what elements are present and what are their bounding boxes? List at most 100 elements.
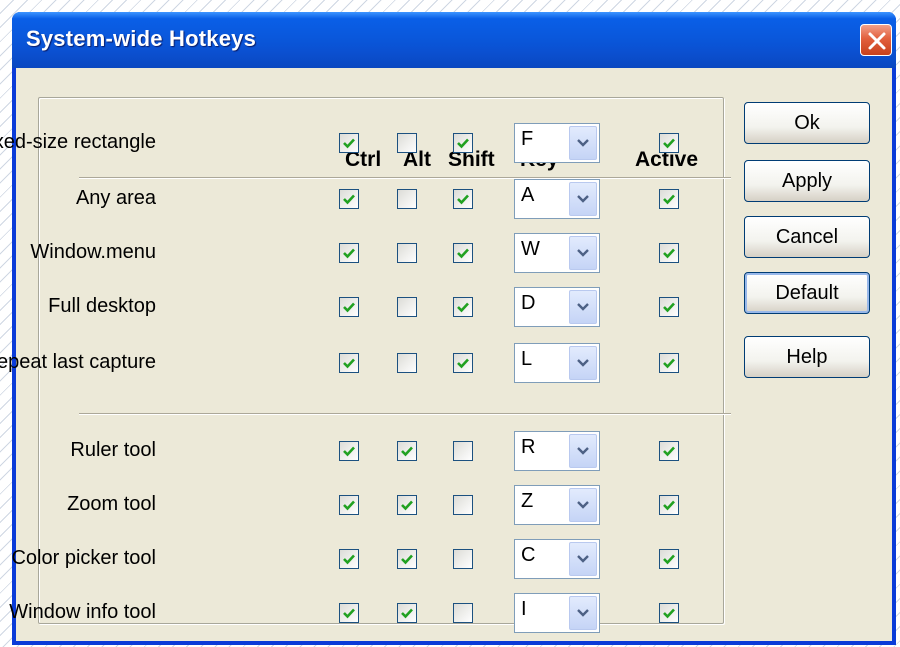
ctrl-checkbox[interactable] (339, 243, 359, 263)
checkmark-icon (401, 554, 413, 565)
apply-button[interactable]: Apply (744, 160, 870, 202)
key-dropdown[interactable]: F (514, 123, 600, 163)
key-dropdown-value: I (521, 598, 527, 620)
checkmark-icon (343, 358, 355, 369)
active-checkbox[interactable] (659, 495, 679, 515)
row-label: Window.menu (30, 241, 156, 263)
alt-checkbox[interactable] (397, 353, 417, 373)
alt-checkbox[interactable] (397, 441, 417, 461)
shift-checkbox[interactable] (453, 441, 473, 461)
dropdown-arrow-button[interactable] (569, 596, 597, 630)
shift-checkbox[interactable] (453, 353, 473, 373)
active-checkbox[interactable] (659, 189, 679, 209)
ctrl-checkbox[interactable] (339, 297, 359, 317)
key-dropdown[interactable]: R (514, 431, 600, 471)
ctrl-checkbox[interactable] (339, 441, 359, 461)
key-dropdown[interactable]: C (514, 539, 600, 579)
checkmark-icon (663, 302, 675, 313)
key-dropdown[interactable]: A (514, 179, 600, 219)
checkmark-icon (663, 194, 675, 205)
key-dropdown-value: D (521, 292, 536, 314)
checkmark-icon (663, 446, 675, 457)
chevron-down-icon (577, 249, 589, 257)
key-dropdown-value: W (521, 238, 540, 260)
checkmark-icon (401, 500, 413, 511)
row-label: Zoom tool (67, 493, 156, 515)
dropdown-arrow-button[interactable] (569, 542, 597, 576)
chevron-down-icon (577, 359, 589, 367)
row-label: Full desktop (48, 295, 156, 317)
dialog-title: System-wide Hotkeys (26, 26, 256, 51)
shift-checkbox[interactable] (453, 243, 473, 263)
active-checkbox[interactable] (659, 441, 679, 461)
ctrl-checkbox[interactable] (339, 549, 359, 569)
alt-checkbox[interactable] (397, 243, 417, 263)
key-dropdown[interactable]: I (514, 593, 600, 633)
shift-checkbox[interactable] (453, 549, 473, 569)
dropdown-arrow-button[interactable] (569, 126, 597, 160)
shift-checkbox[interactable] (453, 189, 473, 209)
shift-checkbox[interactable] (453, 603, 473, 623)
close-button[interactable] (860, 24, 892, 56)
active-checkbox[interactable] (659, 603, 679, 623)
checkmark-icon (343, 194, 355, 205)
active-checkbox[interactable] (659, 549, 679, 569)
key-dropdown[interactable]: Z (514, 485, 600, 525)
alt-checkbox[interactable] (397, 297, 417, 317)
checkmark-icon (457, 358, 469, 369)
dropdown-arrow-button[interactable] (569, 290, 597, 324)
shift-checkbox[interactable] (453, 495, 473, 515)
row-label: Repeat last capture (0, 351, 156, 373)
key-dropdown-value: C (521, 544, 536, 566)
ctrl-checkbox[interactable] (339, 495, 359, 515)
active-checkbox[interactable] (659, 133, 679, 153)
help-button[interactable]: Help (744, 336, 870, 378)
shift-checkbox[interactable] (453, 133, 473, 153)
ctrl-checkbox[interactable] (339, 133, 359, 153)
group-separator (79, 413, 731, 415)
alt-checkbox[interactable] (397, 549, 417, 569)
alt-checkbox[interactable] (397, 603, 417, 623)
active-checkbox[interactable] (659, 243, 679, 263)
checkmark-icon (343, 248, 355, 259)
default-button[interactable]: Default (744, 272, 870, 314)
dropdown-arrow-button[interactable] (569, 488, 597, 522)
checkmark-icon (401, 608, 413, 619)
dropdown-arrow-button[interactable] (569, 434, 597, 468)
cancel-button[interactable]: Cancel (744, 216, 870, 258)
key-dropdown-value: A (521, 184, 535, 206)
key-dropdown[interactable]: L (514, 343, 600, 383)
checkmark-icon (663, 500, 675, 511)
ctrl-checkbox[interactable] (339, 189, 359, 209)
key-dropdown-value: R (521, 436, 536, 458)
ok-button[interactable]: Ok (744, 102, 870, 144)
dialog-client-area: Ctrl Alt Shift Key Active Fixed-size rec… (0, 68, 892, 641)
alt-checkbox[interactable] (397, 495, 417, 515)
checkmark-icon (343, 138, 355, 149)
alt-checkbox[interactable] (397, 189, 417, 209)
checkmark-icon (457, 248, 469, 259)
active-checkbox[interactable] (659, 297, 679, 317)
chevron-down-icon (577, 501, 589, 509)
header-separator (79, 177, 731, 179)
key-dropdown[interactable]: W (514, 233, 600, 273)
row-label: Fixed-size rectangle (0, 131, 156, 153)
ctrl-checkbox[interactable] (339, 603, 359, 623)
row-label: Ruler tool (70, 439, 156, 461)
title-bar[interactable]: System-wide Hotkeys (12, 12, 896, 68)
chevron-down-icon (577, 195, 589, 203)
dropdown-arrow-button[interactable] (569, 236, 597, 270)
row-label: Any area (75, 187, 156, 209)
active-checkbox[interactable] (659, 353, 679, 373)
checkmark-icon (663, 608, 675, 619)
ctrl-checkbox[interactable] (339, 353, 359, 373)
chevron-down-icon (577, 609, 589, 617)
dropdown-arrow-button[interactable] (569, 182, 597, 216)
shift-checkbox[interactable] (453, 297, 473, 317)
key-dropdown[interactable]: D (514, 287, 600, 327)
chevron-down-icon (577, 303, 589, 311)
checkmark-icon (663, 554, 675, 565)
dropdown-arrow-button[interactable] (569, 346, 597, 380)
alt-checkbox[interactable] (397, 133, 417, 153)
key-dropdown-value: Z (521, 490, 534, 512)
